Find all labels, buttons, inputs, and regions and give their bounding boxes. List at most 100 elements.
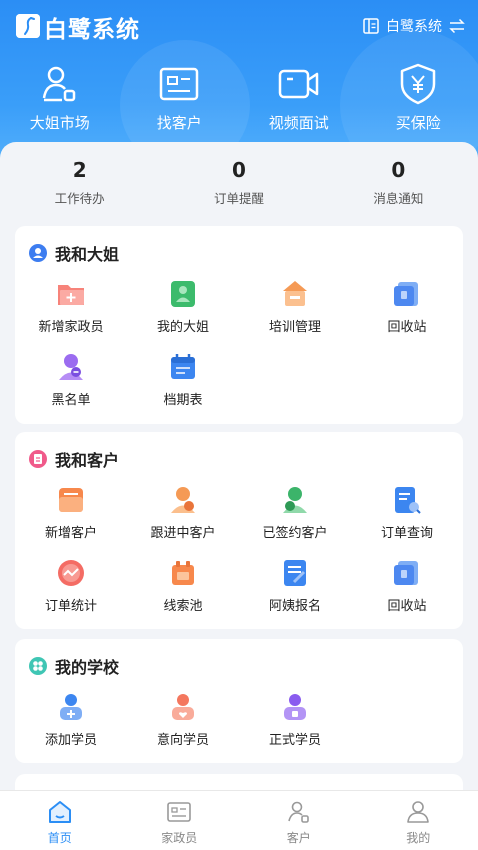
profile-icon [407,801,430,823]
bottom-tab-bar: 首页 家政员 客户 我的 [0,790,478,850]
menu-schedule[interactable]: 档期表 [127,339,239,412]
menu-label: 新增客户 [44,526,97,541]
menu-helper-registration[interactable]: 阿姨报名 [239,545,351,618]
menu-following-customers[interactable]: 跟进中客户 [127,472,239,545]
quick-nav-helper-market[interactable]: 大姐市场 [0,62,120,133]
lead-pool-icon [172,561,194,585]
menu-label: 阿姨报名 [268,599,321,614]
signed-customer-icon [283,487,307,513]
stat-order-reminder[interactable]: 0 订单提醒 [159,158,318,224]
stat-todo[interactable]: 2 工作待办 [0,158,159,224]
menu-recycle-bin[interactable]: 回收站 [351,266,463,339]
training-icon [283,281,307,306]
menu-recycle-bin[interactable]: 回收站 [351,545,463,618]
helper-section-icon [29,244,47,262]
menu-label: 添加学员 [44,733,97,748]
recycle-bin-icon [394,282,418,306]
menu-label: 档期表 [163,393,203,408]
tab-home[interactable]: 首页 [0,791,120,850]
section-helpers: 我和大姐 新增家政员 我的大姐 培训管理 回收站 黑名单 档期表 [15,226,463,424]
menu-signed-customers[interactable]: 已签约客户 [239,472,351,545]
prospective-student-icon [172,694,194,720]
stat-value: 0 [391,158,406,182]
schedule-icon [171,354,195,379]
menu-label: 订单查询 [380,526,433,541]
app-title: 白鹭系统 [44,17,140,43]
menu-label: 订单统计 [44,599,97,614]
tab-profile[interactable]: 我的 [359,791,478,850]
stat-label: 工作待办 [54,191,105,206]
add-student-icon [60,694,82,720]
section-customers: 我和客户 新增客户 跟进中客户 已签约客户 订单查询 订单统计 线索池 阿姨报名… [15,432,463,629]
following-customer-icon [171,487,195,513]
registration-icon [284,560,306,586]
quick-nav-buy-insurance[interactable]: 买保险 [359,62,478,133]
menu-label: 培训管理 [268,320,321,335]
menu-label: 意向学员 [156,733,209,748]
menu-add-housekeeper[interactable]: 新增家政员 [15,266,127,339]
menu-add-student[interactable]: 添加学员 [15,679,127,752]
home-icon [48,801,71,823]
quick-nav-label: 大姐市场 [29,114,90,132]
menu-order-stats[interactable]: 订单统计 [15,545,127,618]
menu-label: 线索池 [163,599,203,614]
menu-label: 回收站 [387,320,427,335]
stat-label: 订单提醒 [213,191,264,206]
id-card-icon [160,67,199,101]
quick-nav-video-interview[interactable]: 视频面试 [239,62,359,133]
enrolled-student-icon [284,694,306,720]
menu-order-search[interactable]: 订单查询 [351,472,463,545]
menu-label: 跟进中客户 [150,526,216,541]
order-search-icon [395,487,421,514]
menu-prospective-students[interactable]: 意向学员 [127,679,239,752]
menu-enrolled-students[interactable]: 正式学员 [239,679,351,752]
menu-label: 正式学员 [268,733,321,748]
id-card-icon [167,802,192,822]
stats-row: 2 工作待办 0 订单提醒 0 消息通知 [0,142,478,224]
quick-nav-label: 找客户 [156,114,202,132]
stat-notifications[interactable]: 0 消息通知 [319,158,478,224]
main-content: 2 工作待办 0 订单提醒 0 消息通知 我和大姐 新增家政员 我的大姐 培训管… [0,142,478,790]
tab-label: 首页 [47,831,72,845]
system-switch-button[interactable]: 白鹭系统 [362,16,466,36]
recycle-bin-icon [394,561,418,585]
person-market-icon [42,66,75,102]
customer-section-icon [29,450,47,468]
stat-label: 消息通知 [373,191,424,206]
customer-icon [287,801,309,823]
menu-label: 已签约客户 [262,526,328,541]
section-title: 我和大姐 [55,245,120,264]
school-section-icon [29,657,47,675]
section-next-partial [15,774,463,790]
tab-label: 家政员 [161,831,198,845]
stat-value: 0 [232,158,246,182]
tab-housekeepers[interactable]: 家政员 [120,791,240,850]
menu-add-customer[interactable]: 新增客户 [15,472,127,545]
tab-customers[interactable]: 客户 [239,791,359,850]
switch-label: 白鹭系统 [386,19,442,35]
quick-nav-label: 买保险 [395,114,441,132]
document-icon [363,18,379,34]
my-helper-icon [171,281,195,307]
menu-lead-pool[interactable]: 线索池 [127,545,239,618]
menu-label: 黑名单 [51,393,91,408]
blacklist-icon [59,354,83,380]
quick-nav-label: 视频面试 [268,114,329,132]
section-title: 我的学校 [55,658,120,677]
add-housekeeper-icon [58,285,84,305]
order-stats-icon [58,560,84,586]
menu-training-management[interactable]: 培训管理 [239,266,351,339]
tab-label: 客户 [286,831,311,845]
menu-blacklist[interactable]: 黑名单 [15,339,127,412]
shield-yen-icon [401,63,436,105]
tab-label: 我的 [406,831,431,845]
stat-value: 2 [72,158,87,182]
egret-logo-icon [16,14,40,38]
menu-my-helpers[interactable]: 我的大姐 [127,266,239,339]
video-camera-icon [278,69,318,99]
menu-label: 我的大姐 [156,320,209,335]
quick-nav: 大姐市场 找客户 视频面试 买保险 [0,62,478,133]
swap-icon [449,18,465,34]
quick-nav-find-customer[interactable]: 找客户 [120,62,240,133]
top-bar: 白鹭系统 白鹭系统 [0,0,478,52]
